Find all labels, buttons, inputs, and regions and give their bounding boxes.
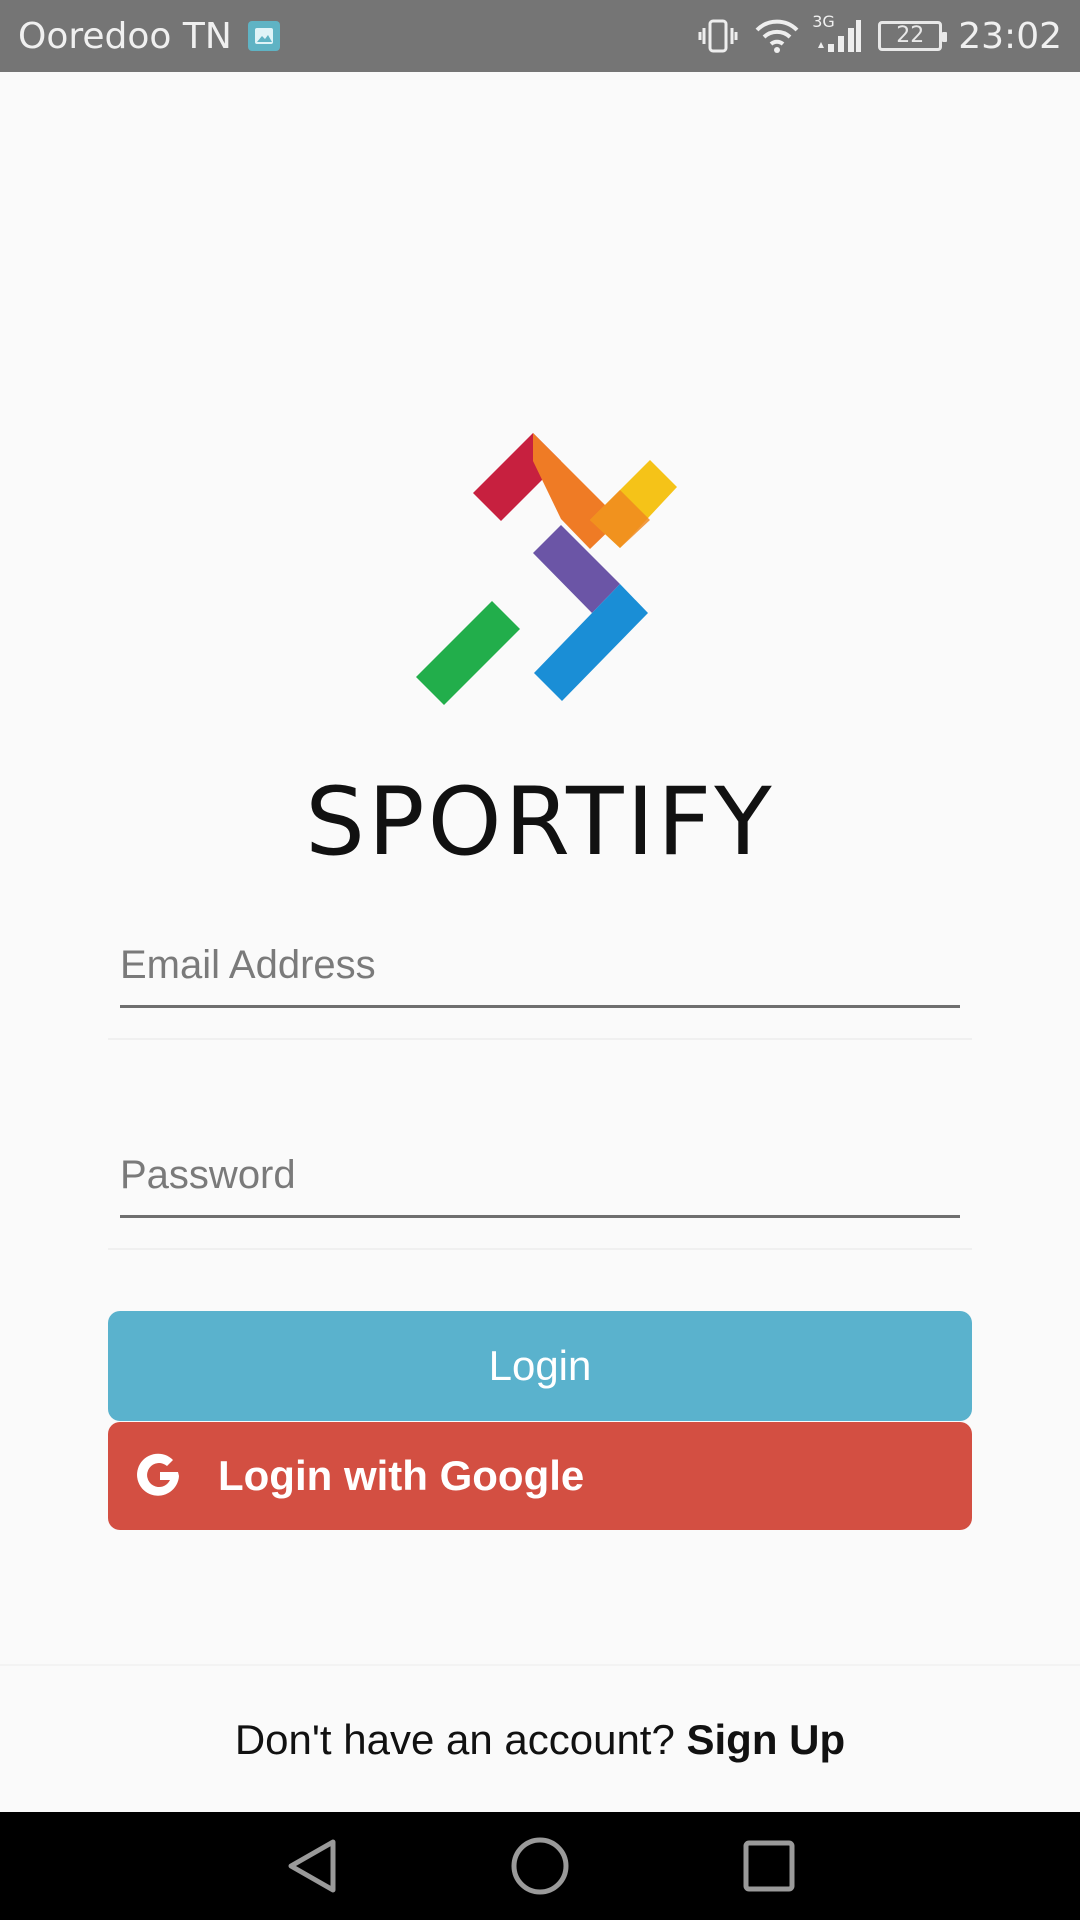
password-field-container [108,1145,972,1250]
login-button[interactable]: Login [108,1311,972,1421]
signup-link[interactable]: Sign Up [687,1716,846,1763]
back-button[interactable] [283,1836,339,1896]
password-input[interactable] [120,1145,960,1205]
status-bar: Ooredoo TN 3G 22 23:02 [0,0,1080,72]
battery-icon: 22 [878,21,948,51]
navigation-bar [0,1812,1080,1920]
vibrate-icon [698,18,738,54]
email-divider [108,1038,972,1040]
recents-icon [743,1840,795,1892]
home-button[interactable] [509,1835,571,1897]
image-notification-icon [247,21,280,51]
carrier-name: Ooredoo TN [18,15,232,57]
login-screen: Ooredoo TN 3G 22 23:02 SPORTIFY Email Ad… [0,0,1080,1920]
google-login-button[interactable]: Login with Google [108,1422,972,1530]
password-underline [120,1215,960,1218]
back-icon [288,1839,336,1893]
logo-green-bar [416,601,520,705]
footer-separator [0,1664,1080,1666]
cell-signal-icon: 3G [812,12,862,54]
login-button-label: Login [488,1342,592,1389]
password-divider [108,1248,972,1250]
status-left: Ooredoo TN [18,16,280,57]
email-underline [120,1005,960,1008]
email-input[interactable] [120,935,960,995]
signup-prompt-text: Don't have an account? [234,1716,687,1763]
wifi-icon [754,18,800,54]
google-login-label: Login with Google [218,1452,585,1499]
home-icon [511,1837,569,1895]
signup-prompt: Don't have an account? Sign Up [0,1716,1080,1764]
status-right: 3G 22 23:02 [698,12,1062,57]
email-field-container [108,935,972,1040]
battery-level: 22 [896,23,925,48]
recents-button[interactable] [741,1838,797,1894]
clock: 23:02 [958,15,1062,57]
network-type: 3G [812,12,835,31]
google-icon [137,1453,179,1496]
brand-name: SPORTIFY [305,768,775,877]
sportify-logo [416,433,677,705]
